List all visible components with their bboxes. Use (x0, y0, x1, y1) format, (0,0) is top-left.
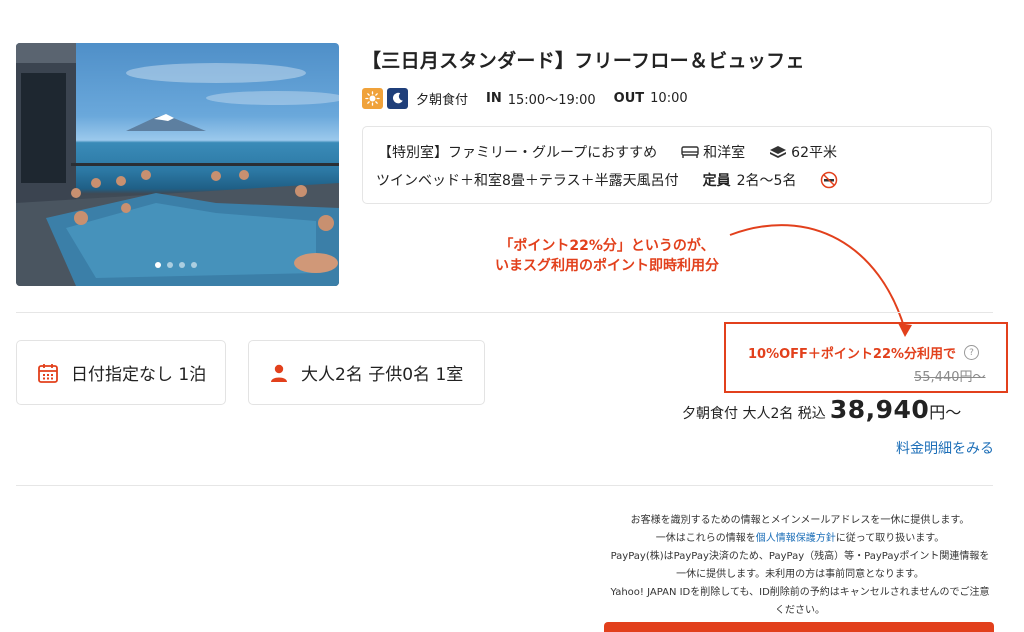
discount-label: 10%OFF＋ポイント22%分利用で ? (748, 343, 980, 362)
room-type: 【特別室】ファミリー・グループにおすすめ (378, 145, 658, 161)
area-icon (769, 145, 787, 159)
notice-line: ください。 (775, 605, 825, 616)
guest-selector-label: 大人2名 子供0名 1室 (301, 365, 464, 385)
moon-icon (387, 87, 408, 109)
carousel-dot[interactable] (155, 262, 161, 268)
carousel-dot[interactable] (179, 262, 185, 268)
privacy-notice: お客様を識別するための情報とメインメールアドレスを一休に提供します。 一休はこれ… (600, 512, 1000, 620)
no-smoking-icon (820, 171, 838, 189)
checkout-label: OUT (613, 90, 645, 106)
room-description: ツインベッド＋和室8畳＋テラス＋半露天風呂付 (376, 173, 679, 189)
notice-line: 一休に提供します。未利用の方は事前同意となります。 (676, 569, 924, 580)
divider (16, 312, 993, 313)
original-price: 55,440円〜 (914, 370, 986, 385)
calendar-icon (37, 362, 59, 384)
checkin-time: 15:00〜19:00 (507, 92, 596, 108)
plan-title: 【三日月スタンダード】フリーフロー＆ビュッフェ (362, 50, 805, 72)
room-size: 62平米 (791, 145, 837, 161)
checkout-time: 10:00 (650, 90, 688, 106)
capacity-value: 2名〜5名 (736, 173, 797, 189)
person-icon (269, 363, 289, 383)
guest-selector[interactable]: 大人2名 子供0名 1室 (248, 340, 485, 405)
carousel-dots[interactable] (155, 262, 197, 268)
notice-line: PayPay(株)はPayPay決済のため、PayPay（残高）等・PayPay… (610, 551, 990, 562)
privacy-policy-link[interactable]: 個人情報保護方針 (756, 533, 836, 544)
room-info-line2: ツインベッド＋和室8畳＋テラス＋半露天風呂付 定員 2名〜5名 (376, 170, 842, 190)
price-unit: 円〜 (929, 403, 962, 422)
onsen-photo-illustration (16, 43, 339, 286)
price-detail-link[interactable]: 料金明細をみる (896, 438, 994, 458)
notice-text: に従って取り扱います。 (835, 533, 945, 544)
capacity-label: 定員 (702, 173, 731, 189)
checkin-label: IN (486, 90, 502, 106)
bed-icon (681, 145, 699, 159)
notice-line: お客様を識別するための情報とメインメールアドレスを一休に提供します。 (630, 515, 970, 526)
meal-label: 夕朝食付 (416, 92, 469, 108)
date-selector[interactable]: 日付指定なし 1泊 (16, 340, 226, 405)
room-info-box (362, 126, 992, 204)
price-meta: 夕朝食付 大人2名 税込 (682, 406, 826, 422)
date-selector-label: 日付指定なし 1泊 (71, 365, 207, 385)
meal-info-row: 夕朝食付 IN 15:00〜19:00 OUT 10:00 (362, 87, 706, 109)
room-style: 和洋室 (703, 145, 746, 161)
carousel-dot[interactable] (191, 262, 197, 268)
notice-text: 一休はこれらの情報を (655, 533, 756, 544)
price-row: 夕朝食付 大人2名 税込 38,940 円〜 (682, 395, 961, 424)
price-amount: 38,940 (829, 395, 930, 424)
discount-text: 10%OFF＋ポイント22%分利用で (748, 347, 957, 362)
help-icon[interactable]: ? (964, 345, 980, 360)
hotel-photo[interactable] (16, 43, 339, 286)
notice-line: 一休はこれらの情報を個人情報保護方針に従って取り扱います。 (600, 530, 1000, 548)
room-info-line1: 【特別室】ファミリー・グループにおすすめ 和洋室 62平米 (378, 142, 837, 162)
carousel-dot[interactable] (167, 262, 173, 268)
sun-icon (362, 87, 383, 109)
reserve-button[interactable] (604, 622, 994, 632)
notice-line: Yahoo! JAPAN IDを削除しても、ID削除前の予約はキャンセルされませ… (610, 587, 990, 598)
divider (16, 485, 993, 486)
